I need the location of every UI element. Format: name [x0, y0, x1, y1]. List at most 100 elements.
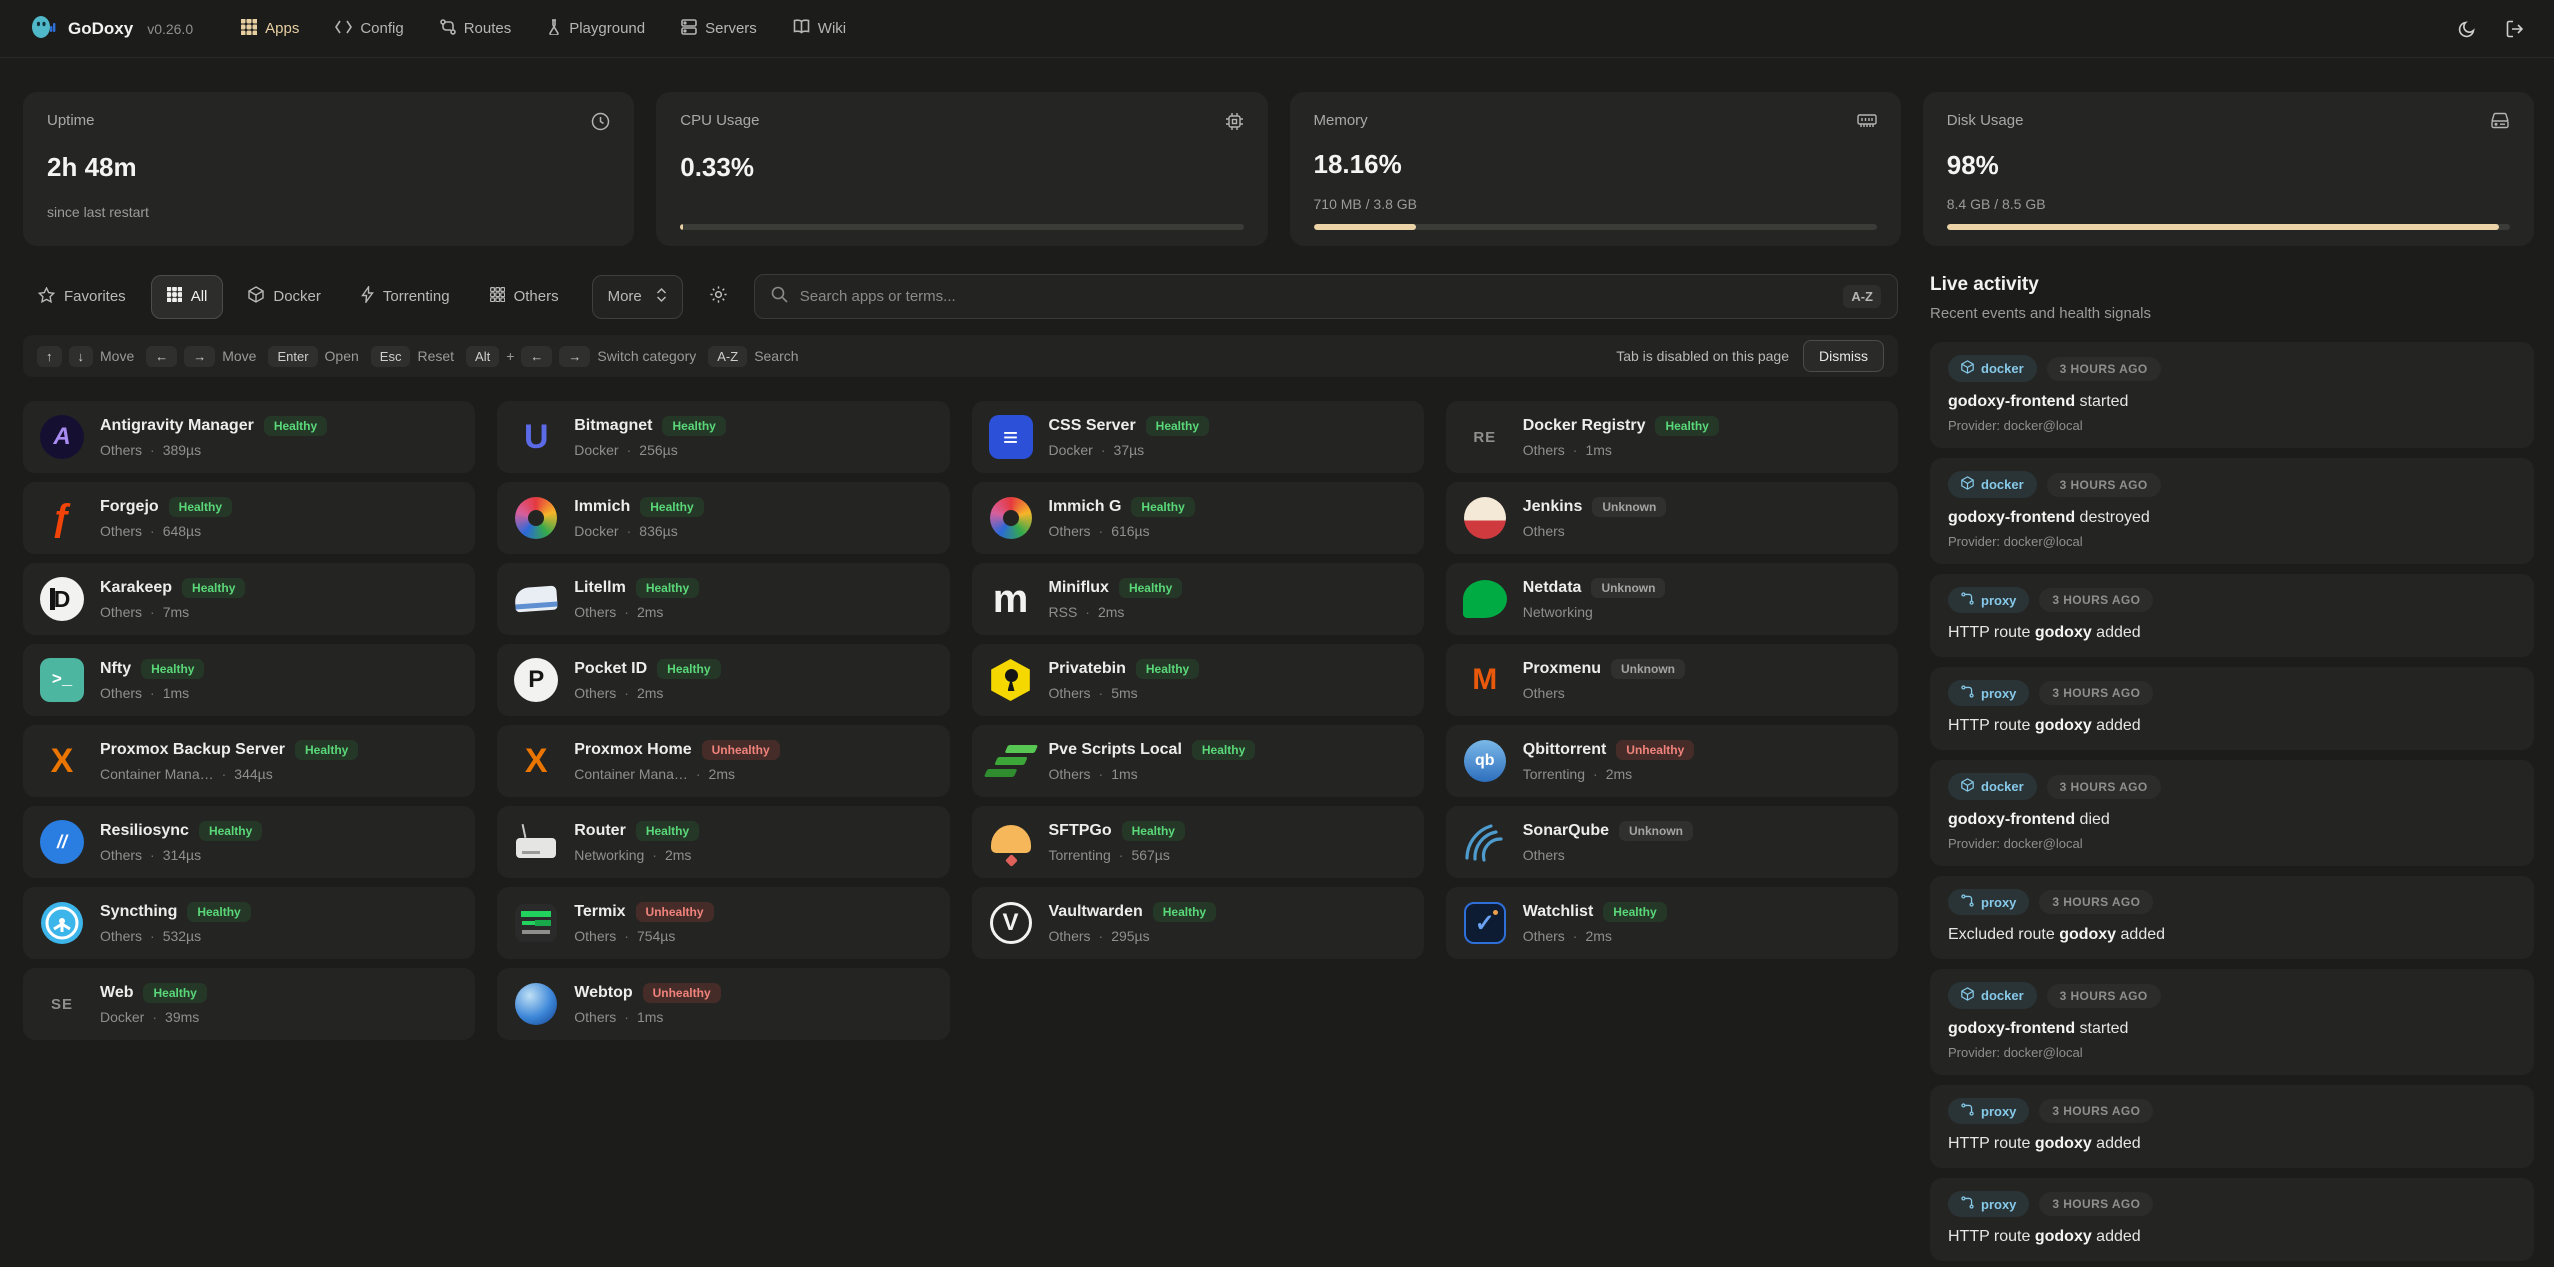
event-source-badge: docker [1948, 773, 2037, 800]
tab-all[interactable]: All [151, 275, 224, 319]
tab-label: All [191, 288, 208, 305]
stats-row: Uptime 2h 48m since last restart CPU Usa… [0, 58, 2554, 246]
event-source-badge: docker [1948, 982, 2037, 1009]
search-bar[interactable]: A-Z [754, 274, 1898, 319]
star-icon [38, 287, 55, 307]
app-icon: ≡ [988, 414, 1034, 460]
app-category: Others [1523, 523, 1565, 539]
app-card[interactable]: AAntigravity ManagerHealthyOthers·389µs [23, 401, 475, 473]
shortcut-group: EnterOpen [268, 346, 358, 367]
tab-favorites[interactable]: Favorites [23, 275, 141, 319]
proxy-icon [1961, 894, 1974, 910]
app-column: UBitmagnetHealthyDocker·256µs ImmichHealt… [497, 401, 949, 1040]
app-card[interactable]: ✓WatchlistHealthyOthers·2ms [1446, 887, 1898, 959]
app-card[interactable]: MProxmenuUnknownOthers [1446, 644, 1898, 716]
app-category: Others [1049, 766, 1091, 782]
tab-disabled-notice: Tab is disabled on this page [1616, 348, 1789, 364]
tab-docker[interactable]: Docker [233, 275, 336, 319]
app-card[interactable]: TermixUnhealthyOthers·754µs [497, 887, 949, 959]
app-column: REDocker RegistryHealthyOthers·1ms Jenkin… [1446, 401, 1898, 1040]
app-icon: SE [39, 981, 85, 1027]
app-card[interactable]: VVaultwardenHealthyOthers·295µs [972, 887, 1424, 959]
app-card[interactable]: XProxmox HomeUnhealthyContainer Mana…·2m… [497, 725, 949, 797]
brand[interactable]: GoDoxy v0.26.0 [30, 12, 193, 45]
app-card[interactable]: Pve Scripts LocalHealthyOthers·1ms [972, 725, 1424, 797]
shortcut-label: Switch category [597, 348, 696, 364]
app-version: v0.26.0 [147, 21, 193, 37]
app-card[interactable]: RouterHealthyNetworking·2ms [497, 806, 949, 878]
app-category: Torrenting [1049, 847, 1111, 863]
app-card[interactable]: SEWebHealthyDocker·39ms [23, 968, 475, 1040]
app-meta: Others·1ms [1049, 766, 1256, 782]
event-text: HTTP route godoxy added [1948, 1135, 2516, 1153]
gear-icon[interactable] [709, 285, 728, 309]
tab-others[interactable]: Others [475, 275, 574, 319]
status-badge: Unhealthy [1616, 740, 1694, 760]
app-latency: 648µs [163, 523, 201, 539]
app-card[interactable]: ƒForgejoHealthyOthers·648µs [23, 482, 475, 554]
app-card[interactable]: >_NftyHealthyOthers·1ms [23, 644, 475, 716]
app-name: SFTPGo [1049, 822, 1112, 840]
dot-separator: · [627, 523, 632, 539]
app-card[interactable]: WebtopUnhealthyOthers·1ms [497, 968, 949, 1040]
app-card[interactable]: XProxmox Backup ServerHealthyContainer M… [23, 725, 475, 797]
app-card[interactable]: REDocker RegistryHealthyOthers·1ms [1446, 401, 1898, 473]
event-text-pre: HTTP route [1948, 1135, 2035, 1152]
app-icon: ƒ [39, 495, 85, 541]
tab-label: Favorites [64, 288, 126, 305]
nav-item-servers[interactable]: Servers [681, 19, 757, 39]
app-name: Proxmox Home [574, 741, 691, 759]
app-card[interactable]: SFTPGoHealthyTorrenting·567µs [972, 806, 1424, 878]
app-name: Webtop [574, 984, 632, 1002]
app-card[interactable]: DKarakeepHealthyOthers·7ms [23, 563, 475, 635]
app-card[interactable]: mMinifluxHealthyRSS·2ms [972, 563, 1424, 635]
app-card[interactable]: qbQbittorrentUnhealthyTorrenting·2ms [1446, 725, 1898, 797]
app-card[interactable]: SyncthingHealthyOthers·532µs [23, 887, 475, 959]
app-card[interactable]: UBitmagnetHealthyDocker·256µs [497, 401, 949, 473]
activity-event-card: docker3 HOURS AGOgodoxy-frontend diedPro… [1930, 760, 2534, 866]
app-card[interactable]: LitellmHealthyOthers·2ms [497, 563, 949, 635]
app-icon: U [513, 414, 559, 460]
dot-separator: · [1099, 685, 1104, 701]
app-card[interactable]: NetdataUnknownNetworking [1446, 563, 1898, 635]
event-subject: godoxy [2059, 926, 2116, 943]
nav-item-wiki[interactable]: Wiki [793, 19, 846, 38]
tab-torrenting[interactable]: Torrenting [346, 275, 465, 319]
dot-separator: · [627, 442, 632, 458]
proxy-icon [1961, 1103, 1974, 1119]
sort-az-badge[interactable]: A-Z [1843, 285, 1881, 308]
nav-item-apps[interactable]: Apps [241, 19, 299, 39]
app-card[interactable]: PrivatebinHealthyOthers·5ms [972, 644, 1424, 716]
status-badge: Healthy [662, 416, 725, 436]
app-card[interactable]: ≡CSS ServerHealthyDocker·37µs [972, 401, 1424, 473]
app-card[interactable]: ImmichHealthyDocker·836µs [497, 482, 949, 554]
grid-icon [241, 19, 257, 39]
dismiss-button[interactable]: Dismiss [1803, 340, 1884, 372]
app-icon [988, 819, 1034, 865]
app-meta: Others·1ms [574, 1009, 720, 1025]
godoxy-logo-icon [30, 12, 56, 45]
nav-item-routes[interactable]: Routes [440, 19, 512, 39]
app-card[interactable]: JenkinsUnknownOthers [1446, 482, 1898, 554]
app-card[interactable]: //ResiliosyncHealthyOthers·314µs [23, 806, 475, 878]
status-badge: Healthy [1153, 902, 1216, 922]
logout-icon[interactable] [2506, 20, 2524, 38]
event-text-post: added [2092, 624, 2141, 641]
app-name: Antigravity Manager [100, 417, 254, 435]
app-meta: Torrenting·567µs [1049, 847, 1185, 863]
activity-event-card: proxy3 HOURS AGOHTTP route godoxy added [1930, 1085, 2534, 1168]
more-dropdown[interactable]: More [592, 275, 683, 319]
event-subject: godoxy [2035, 1135, 2092, 1152]
app-card[interactable]: SonarQubeUnknownOthers [1446, 806, 1898, 878]
app-card[interactable]: PPocket IDHealthyOthers·2ms [497, 644, 949, 716]
app-category: Others [574, 928, 616, 944]
event-time-badge: 3 HOURS AGO [2047, 775, 2161, 799]
search-input[interactable] [800, 288, 1832, 305]
cpu-card: CPU Usage 0.33% [656, 92, 1267, 246]
app-card[interactable]: Immich GHealthyOthers·616µs [972, 482, 1424, 554]
nav-item-playground[interactable]: Playground [547, 19, 645, 39]
theme-toggle-moon-icon[interactable] [2458, 20, 2476, 38]
app-meta: Networking·2ms [574, 847, 699, 863]
nav-item-config[interactable]: Config [335, 20, 403, 38]
app-name: Pocket ID [574, 660, 647, 678]
